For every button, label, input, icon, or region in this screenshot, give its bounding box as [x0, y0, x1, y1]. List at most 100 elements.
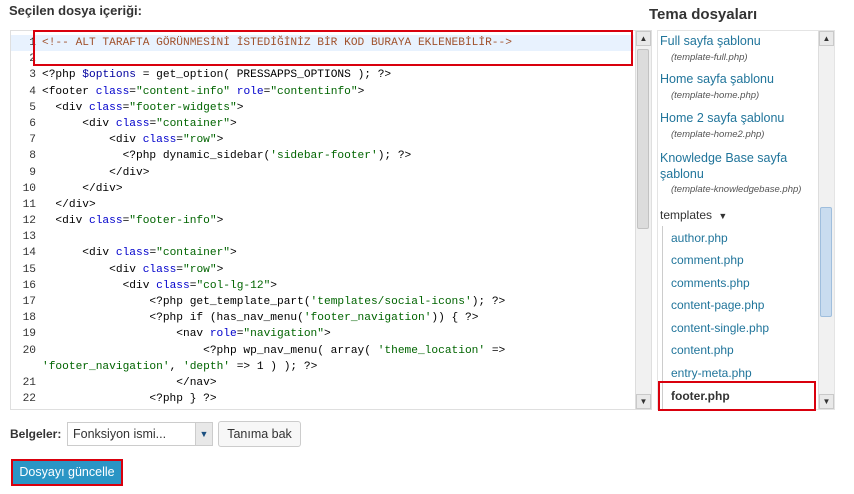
line-number: 9 — [29, 166, 36, 179]
line-number: 12 — [22, 215, 36, 228]
line-number: 16 — [22, 279, 36, 292]
lookup-button[interactable]: Tanıma bak — [218, 421, 301, 447]
highlight-box-footer-file — [658, 381, 816, 411]
code-line[interactable]: 7 <div class="row"> — [11, 132, 634, 148]
code-line[interactable]: 13 — [11, 229, 634, 245]
select-value: Fonksiyon ismi... — [73, 427, 167, 441]
code-text[interactable]: </div> — [42, 197, 95, 213]
code-line[interactable]: 18 <?php if (has_nav_menu('footer_naviga… — [11, 310, 634, 326]
editor-scrollbar[interactable]: ▲ ▼ — [635, 31, 651, 409]
code-text[interactable]: <?php dynamic_sidebar('sidebar-footer');… — [42, 148, 412, 164]
template-link-home2[interactable]: Home 2 sayfa şablonu — [660, 110, 784, 126]
line-number: 15 — [22, 263, 36, 276]
caret-down-icon: ▼ — [718, 211, 728, 221]
documentation-label: Belgeler: — [10, 427, 62, 441]
code-line[interactable]: 15 <div class="row"> — [11, 262, 634, 278]
code-text[interactable]: <div class="row"> — [42, 262, 223, 278]
update-file-button[interactable]: Dosyayı güncelle — [11, 459, 123, 486]
line-number: 20 — [22, 344, 36, 357]
code-line[interactable]: 14 <div class="container"> — [11, 245, 634, 261]
line-number: 5 — [29, 101, 36, 114]
line-number: 4 — [29, 85, 36, 98]
scroll-down-icon[interactable]: ▼ — [819, 394, 834, 409]
code-text[interactable]: <?php } ?> — [42, 391, 216, 407]
line-number: 8 — [29, 150, 36, 163]
code-line-wrap[interactable]: 'footer_navigation', 'depth' => 1 ) ); ?… — [11, 359, 634, 375]
file-link-content-page[interactable]: content-page.php — [671, 297, 764, 313]
function-name-select[interactable]: Fonksiyon ismi... ▼ — [67, 422, 213, 446]
code-text[interactable]: <div class="footer-info"> — [42, 213, 223, 229]
theme-files-title: Tema dosyaları — [649, 6, 758, 23]
scroll-up-icon[interactable]: ▲ — [819, 31, 834, 46]
code-line[interactable]: 8 <?php dynamic_sidebar('sidebar-footer'… — [11, 148, 634, 164]
sidebar-scrollbar[interactable]: ▲ ▼ — [818, 31, 834, 409]
code-line[interactable]: 4 <footer class="content-info" role="cont… — [11, 84, 634, 100]
code-text[interactable]: </nav> — [42, 375, 216, 391]
code-line[interactable]: 21 </nav> — [11, 375, 634, 391]
code-line[interactable]: 10 </div> — [11, 181, 634, 197]
folder-label: templates — [660, 208, 713, 222]
template-file-knowledgebase: (template-knowledgebase.php) — [671, 184, 802, 195]
file-link-content[interactable]: content.php — [671, 342, 734, 358]
line-number: 3 — [29, 69, 36, 82]
line-number: 17 — [22, 296, 36, 308]
code-text[interactable]: <footer class="content-info" role="conte… — [42, 84, 364, 100]
update-file-label: Dosyayı güncelle — [19, 465, 115, 479]
code-text[interactable]: <div class="container"> — [42, 116, 236, 132]
highlight-box-line1 — [33, 30, 633, 66]
code-text[interactable]: <div class="container"> — [42, 245, 236, 261]
code-line[interactable]: 3 <?php $options = get_option( PRESSAPPS_… — [11, 67, 634, 83]
code-line[interactable]: 19 <nav role="navigation"> — [11, 326, 634, 342]
code-text[interactable]: <div class="col-lg-12"> — [42, 278, 277, 294]
template-link-knowledgebase[interactable]: Knowledge Base sayfa — [660, 150, 787, 166]
chevron-down-icon[interactable]: ▼ — [195, 423, 212, 445]
line-number: 18 — [22, 312, 36, 325]
code-line[interactable]: 12 <div class="footer-info"> — [11, 213, 634, 229]
line-number: 19 — [22, 328, 36, 341]
file-link-content-single[interactable]: content-single.php — [671, 320, 769, 336]
file-link-comment[interactable]: comment.php — [671, 252, 744, 268]
line-number: 6 — [29, 117, 36, 130]
template-link-full[interactable]: Full sayfa şablonu — [660, 33, 761, 49]
theme-files-list[interactable]: Full sayfa şablonu (template-full.php) H… — [657, 30, 835, 410]
line-number: 10 — [22, 182, 36, 195]
file-link-entry-meta[interactable]: entry-meta.php — [671, 365, 752, 381]
code-text[interactable]: <nav role="navigation"> — [42, 326, 330, 342]
code-line[interactable]: 11 </div> — [11, 197, 634, 213]
code-text[interactable]: </div> — [42, 165, 149, 181]
code-line[interactable]: 16 <div class="col-lg-12"> — [11, 278, 634, 294]
code-line[interactable]: 6 <div class="container"> — [11, 116, 634, 132]
line-number: 13 — [22, 231, 36, 244]
line-number: 7 — [29, 134, 36, 147]
code-text[interactable]: <?php wp_nav_menu( array( 'theme_locatio… — [42, 343, 505, 359]
sidebar-scroll-thumb[interactable] — [820, 207, 832, 317]
code-text[interactable]: <div class="row"> — [42, 132, 223, 148]
file-link-comments[interactable]: comments.php — [671, 275, 750, 291]
editor-scroll-thumb[interactable] — [637, 49, 649, 229]
code-line[interactable]: 5 <div class="footer-widgets"> — [11, 100, 634, 116]
line-number: 14 — [22, 247, 36, 260]
code-text[interactable]: <div class="footer-widgets"> — [42, 100, 243, 116]
code-area[interactable]: 1 <!-- ALT TARAFTA GÖRÜNMESİNİ İSTEDİĞİNİ… — [11, 35, 634, 407]
code-line[interactable]: 22 <?php } ?> — [11, 391, 634, 407]
template-file-home: (template-home.php) — [671, 90, 760, 101]
editor-heading: Seçilen dosya içeriği: — [9, 3, 142, 18]
code-line[interactable]: 17 <?php get_template_part('templates/so… — [11, 294, 634, 310]
scroll-down-icon[interactable]: ▼ — [636, 394, 651, 409]
code-line[interactable]: 20 <?php wp_nav_menu( array( 'theme_loca… — [11, 343, 634, 359]
line-number: 22 — [22, 393, 36, 406]
code-editor[interactable]: 1 <!-- ALT TARAFTA GÖRÜNMESİNİ İSTEDİĞİNİ… — [10, 30, 652, 410]
template-link-home[interactable]: Home sayfa şablonu — [660, 71, 774, 87]
scroll-up-icon[interactable]: ▲ — [636, 31, 651, 46]
code-text[interactable]: <?php $options = get_option( PRESSAPPS_O… — [42, 67, 391, 83]
template-file-full: (template-full.php) — [671, 52, 748, 63]
file-link-author[interactable]: author.php — [671, 230, 728, 246]
code-text[interactable]: <?php if (has_nav_menu('footer_navigatio… — [42, 310, 478, 326]
line-number: 11 — [22, 198, 36, 211]
code-text[interactable]: </div> — [42, 181, 122, 197]
code-line[interactable]: 9 </div> — [11, 165, 634, 181]
template-link-knowledgebase-2[interactable]: şablonu — [660, 166, 704, 182]
folder-templates[interactable]: templates ▼ — [660, 208, 727, 222]
line-number: 21 — [22, 376, 36, 389]
code-text[interactable]: <?php get_template_part('templates/socia… — [42, 294, 505, 310]
